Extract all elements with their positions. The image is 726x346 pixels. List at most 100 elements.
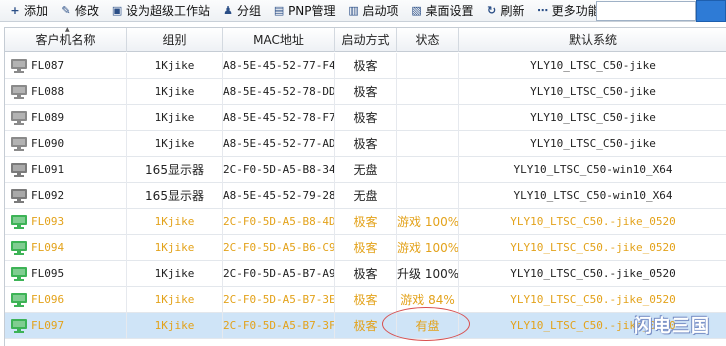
cell-status: 游戏 100% <box>397 209 459 235</box>
cell-system: YLY10_LTSC_C50.-jike_0520 <box>510 293 676 306</box>
cell-name: FL093 <box>5 209 127 235</box>
cell-name: FL092 <box>5 183 127 209</box>
sort-icon: ▲ <box>65 27 70 33</box>
cell-mac: A8-5E-45-52-78-F7 <box>223 105 335 131</box>
cell-mac: 2C-F0-5D-A5-B8-34 <box>223 157 335 183</box>
edit-icon: ✎ <box>61 3 71 17</box>
cell-status: 升级 100% <box>397 261 459 287</box>
cell-name: FL095 <box>5 261 127 287</box>
cell-name: FL089 <box>5 105 127 131</box>
cell-boot: 无盘 <box>335 157 397 183</box>
boot-icon: ▥ <box>348 3 359 17</box>
group-button[interactable]: ♟ 分组 <box>219 1 264 21</box>
cell-boot: 极客 <box>335 209 397 235</box>
refresh-button[interactable]: ↻ 刷新 <box>483 1 528 21</box>
cell-boot: 极客 <box>335 235 397 261</box>
cell-status <box>397 79 459 105</box>
table-row[interactable]: FL093 1Kjike 2C-F0-5D-A5-B8-4D 极客 游戏 100% YLY… <box>5 209 726 235</box>
column-header-system[interactable]: 默认系统 <box>459 28 726 52</box>
cell-status <box>397 157 459 183</box>
cell-group: 1Kjike <box>127 131 223 157</box>
add-button[interactable]: + 添加 <box>6 1 51 21</box>
cell-group: 1Kjike <box>127 287 223 313</box>
table-row[interactable]: FL090 1Kjike A8-5E-45-52-77-AD 极客 YLY10_LTSC… <box>5 131 726 157</box>
cell-system: YLY10_LTSC_C50-win10_X64 <box>513 189 673 202</box>
table-header: 客户机名称 ▲ 组别 MAC地址 启动方式 状态 默认系统 <box>5 27 726 52</box>
table-row[interactable]: FL092 165显示器 A8-5E-45-52-79-28 无盘 YLY10_LTSC… <box>5 183 726 209</box>
group-icon: ♟ <box>223 3 233 17</box>
cell-status <box>397 105 459 131</box>
pnp-button[interactable]: ▤ PNP管理 <box>270 1 338 21</box>
cell-group: 1Kjike <box>127 209 223 235</box>
cell-mac: 2C-F0-5D-A5-B7-3F <box>223 313 335 339</box>
cell-system: YLY10_LTSC_C50.-jike_0520 <box>510 267 676 280</box>
set-super-workstation-button[interactable]: ▣ 设为超级工作站 <box>108 1 213 21</box>
table-row[interactable]: FL089 1Kjike A8-5E-45-52-78-F7 极客 YLY10_LTSC… <box>5 105 726 131</box>
table-row[interactable]: FL096 1Kjike 2C-F0-5D-A5-B7-3E 极客 游戏 84% YLY1… <box>5 287 726 313</box>
table-row[interactable]: FL097 1Kjike 2C-F0-5D-A5-B7-3F 极客 有盘 YLY10_LT… <box>5 313 726 339</box>
cell-group: 1Kjike <box>127 53 223 79</box>
cell-group: 1Kjike <box>127 313 223 339</box>
cell-name: FL091 <box>5 157 127 183</box>
cell-group: 165显示器 <box>127 157 223 183</box>
cell-system: YLY10_LTSC_C50-win10_X64 <box>513 163 673 176</box>
search-input[interactable] <box>596 1 696 21</box>
cell-system: YLY10_LTSC_C50-jike <box>530 137 656 150</box>
column-header-mac[interactable]: MAC地址 <box>223 28 335 52</box>
cell-boot: 极客 <box>335 261 397 287</box>
cell-group: 1Kjike <box>127 105 223 131</box>
cell-system: YLY10_LTSC_C50-jike <box>530 111 656 124</box>
cell-group: 165显示器 <box>127 183 223 209</box>
cell-system: YLY10_LTSC_C50.-jike_0520 <box>510 215 676 228</box>
cell-status <box>397 183 459 209</box>
table-row[interactable]: FL088 1Kjike A8-5E-45-52-78-DD 极客 YLY10_LTSC… <box>5 79 726 105</box>
cell-boot: 极客 <box>335 131 397 157</box>
cell-name: FL097 <box>5 313 127 339</box>
boot-item-button[interactable]: ▥ 启动项 <box>345 1 402 21</box>
table-row[interactable]: FL094 1Kjike 2C-F0-5D-A5-B6-C9 极客 游戏 100% YLY… <box>5 235 726 261</box>
cell-mac: 2C-F0-5D-A5-B7-3E <box>223 287 335 313</box>
cell-mac: 2C-F0-5D-A5-B8-4D <box>223 209 335 235</box>
toolbar: + 添加 ✎ 修改 ▣ 设为超级工作站 ♟ 分组 ▤ PNP管理 ▥ 启动项 ▧ 桌面设置 ↻… <box>0 0 726 22</box>
highlight-circle <box>382 307 470 341</box>
cell-status <box>397 131 459 157</box>
table-row[interactable]: FL091 165显示器 2C-F0-5D-A5-B8-34 无盘 YLY10_LTSC… <box>5 157 726 183</box>
cell-boot: 极客 <box>335 287 397 313</box>
cell-boot: 极客 <box>335 105 397 131</box>
cell-mac: A8-5E-45-52-78-DD <box>223 79 335 105</box>
cell-system: YLY10_LTSC_C50-jike <box>530 85 656 98</box>
cell-name: FL096 <box>5 287 127 313</box>
cell-name: FL090 <box>5 131 127 157</box>
cell-status: 游戏 100% <box>397 235 459 261</box>
desktop-settings-button[interactable]: ▧ 桌面设置 <box>408 1 477 21</box>
cell-mac: A8-5E-45-52-77-AD <box>223 131 335 157</box>
search-button[interactable] <box>696 0 726 22</box>
workstation-icon: ▣ <box>111 3 123 17</box>
cell-mac: A8-5E-45-52-77-F4 <box>223 53 335 79</box>
more-icon: ⋯ <box>537 3 549 17</box>
column-header-status[interactable]: 状态 <box>397 28 459 52</box>
cell-group: 1Kjike <box>127 235 223 261</box>
cell-boot: 极客 <box>335 53 397 79</box>
cell-name: FL087 <box>5 53 127 79</box>
cell-name: FL088 <box>5 79 127 105</box>
refresh-icon: ↻ <box>486 3 497 17</box>
cell-boot: 无盘 <box>335 183 397 209</box>
cell-mac: 2C-F0-5D-A5-B7-A9 <box>223 261 335 287</box>
cell-mac: 2C-F0-5D-A5-B6-C9 <box>223 235 335 261</box>
column-header-group[interactable]: 组别 <box>127 28 223 52</box>
table-row[interactable]: FL087 1Kjike A8-5E-45-52-77-F4 极客 YLY10_LTSC… <box>5 53 726 79</box>
plus-icon: + <box>10 3 20 17</box>
table-row[interactable]: FL095 1Kjike 2C-F0-5D-A5-B7-A9 极客 升级 100% YLY… <box>5 261 726 287</box>
pnp-icon: ▤ <box>273 3 285 17</box>
cell-name: FL094 <box>5 235 127 261</box>
client-table: 客户机名称 ▲ 组别 MAC地址 启动方式 状态 默认系统 FL087 1Kjik… <box>4 27 726 346</box>
watermark-logo: 闪电三国 <box>634 316 710 337</box>
cell-group: 1Kjike <box>127 79 223 105</box>
cell-system: YLY10_LTSC_C50-jike <box>530 59 656 72</box>
cell-group: 1Kjike <box>127 261 223 287</box>
cell-mac: A8-5E-45-52-79-28 <box>223 183 335 209</box>
column-header-boot[interactable]: 启动方式 <box>335 28 397 52</box>
edit-button[interactable]: ✎ 修改 <box>57 1 102 21</box>
desktop-icon: ▧ <box>411 3 422 17</box>
